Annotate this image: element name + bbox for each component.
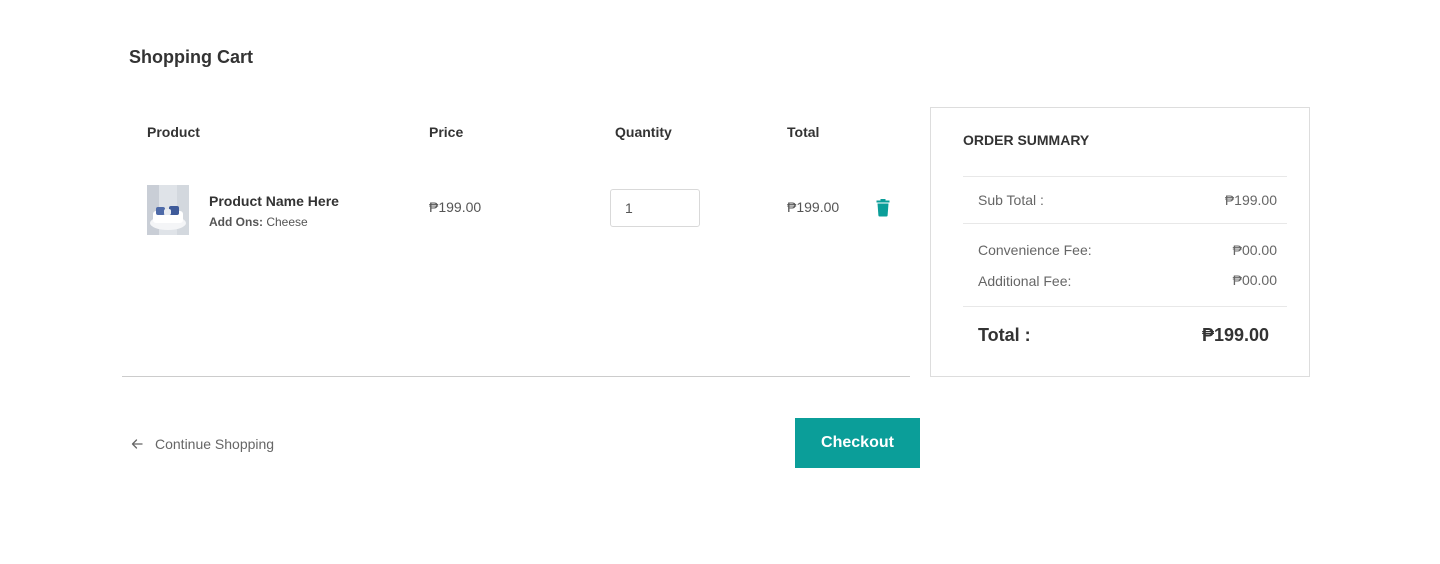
delete-item-button[interactable]: [876, 199, 890, 217]
shopping-cart-page: Shopping Cart Product Price Quantity Tot…: [0, 0, 1440, 564]
trash-icon: [876, 199, 890, 217]
product-name[interactable]: Product Name Here: [209, 193, 339, 209]
checkout-button[interactable]: Checkout: [795, 418, 920, 468]
arrow-left-icon: [131, 439, 143, 449]
continue-shopping-link[interactable]: Continue Shopping: [131, 435, 274, 453]
order-summary-title: ORDER SUMMARY: [963, 132, 1090, 148]
convenience-fee-label: Convenience Fee:: [978, 242, 1092, 258]
summary-divider: [963, 223, 1287, 224]
summary-divider: [963, 176, 1287, 177]
quantity-input[interactable]: [610, 189, 700, 227]
product-image: [147, 185, 189, 235]
summary-divider: [963, 306, 1287, 307]
order-total-label: Total :: [978, 325, 1031, 345]
addons-label: Add Ons:: [209, 215, 263, 229]
convenience-fee-value: ₱00.00: [1232, 242, 1277, 258]
additional-fee-label: Additional Fee:: [978, 273, 1072, 289]
cart-divider: [122, 376, 910, 377]
cart-item-row: Product Name Here Add Ons: Cheese ₱199.0…: [0, 0, 930, 300]
subtotal-value: ₱199.00: [1224, 192, 1277, 208]
order-summary-panel: ORDER SUMMARY Sub Total : ₱199.00 Conven…: [930, 107, 1310, 377]
additional-fee-value: ₱00.00: [1232, 272, 1277, 288]
item-price: ₱199.00: [429, 199, 482, 215]
product-thumbnail: [147, 185, 189, 235]
addons-value: Cheese: [266, 215, 308, 229]
subtotal-label: Sub Total :: [978, 192, 1044, 208]
continue-shopping-label: Continue Shopping: [155, 436, 275, 452]
order-total-value: ₱199.00: [1201, 325, 1269, 345]
product-addons: Add Ons: Cheese: [209, 215, 308, 229]
item-total: ₱199.00: [787, 199, 840, 215]
